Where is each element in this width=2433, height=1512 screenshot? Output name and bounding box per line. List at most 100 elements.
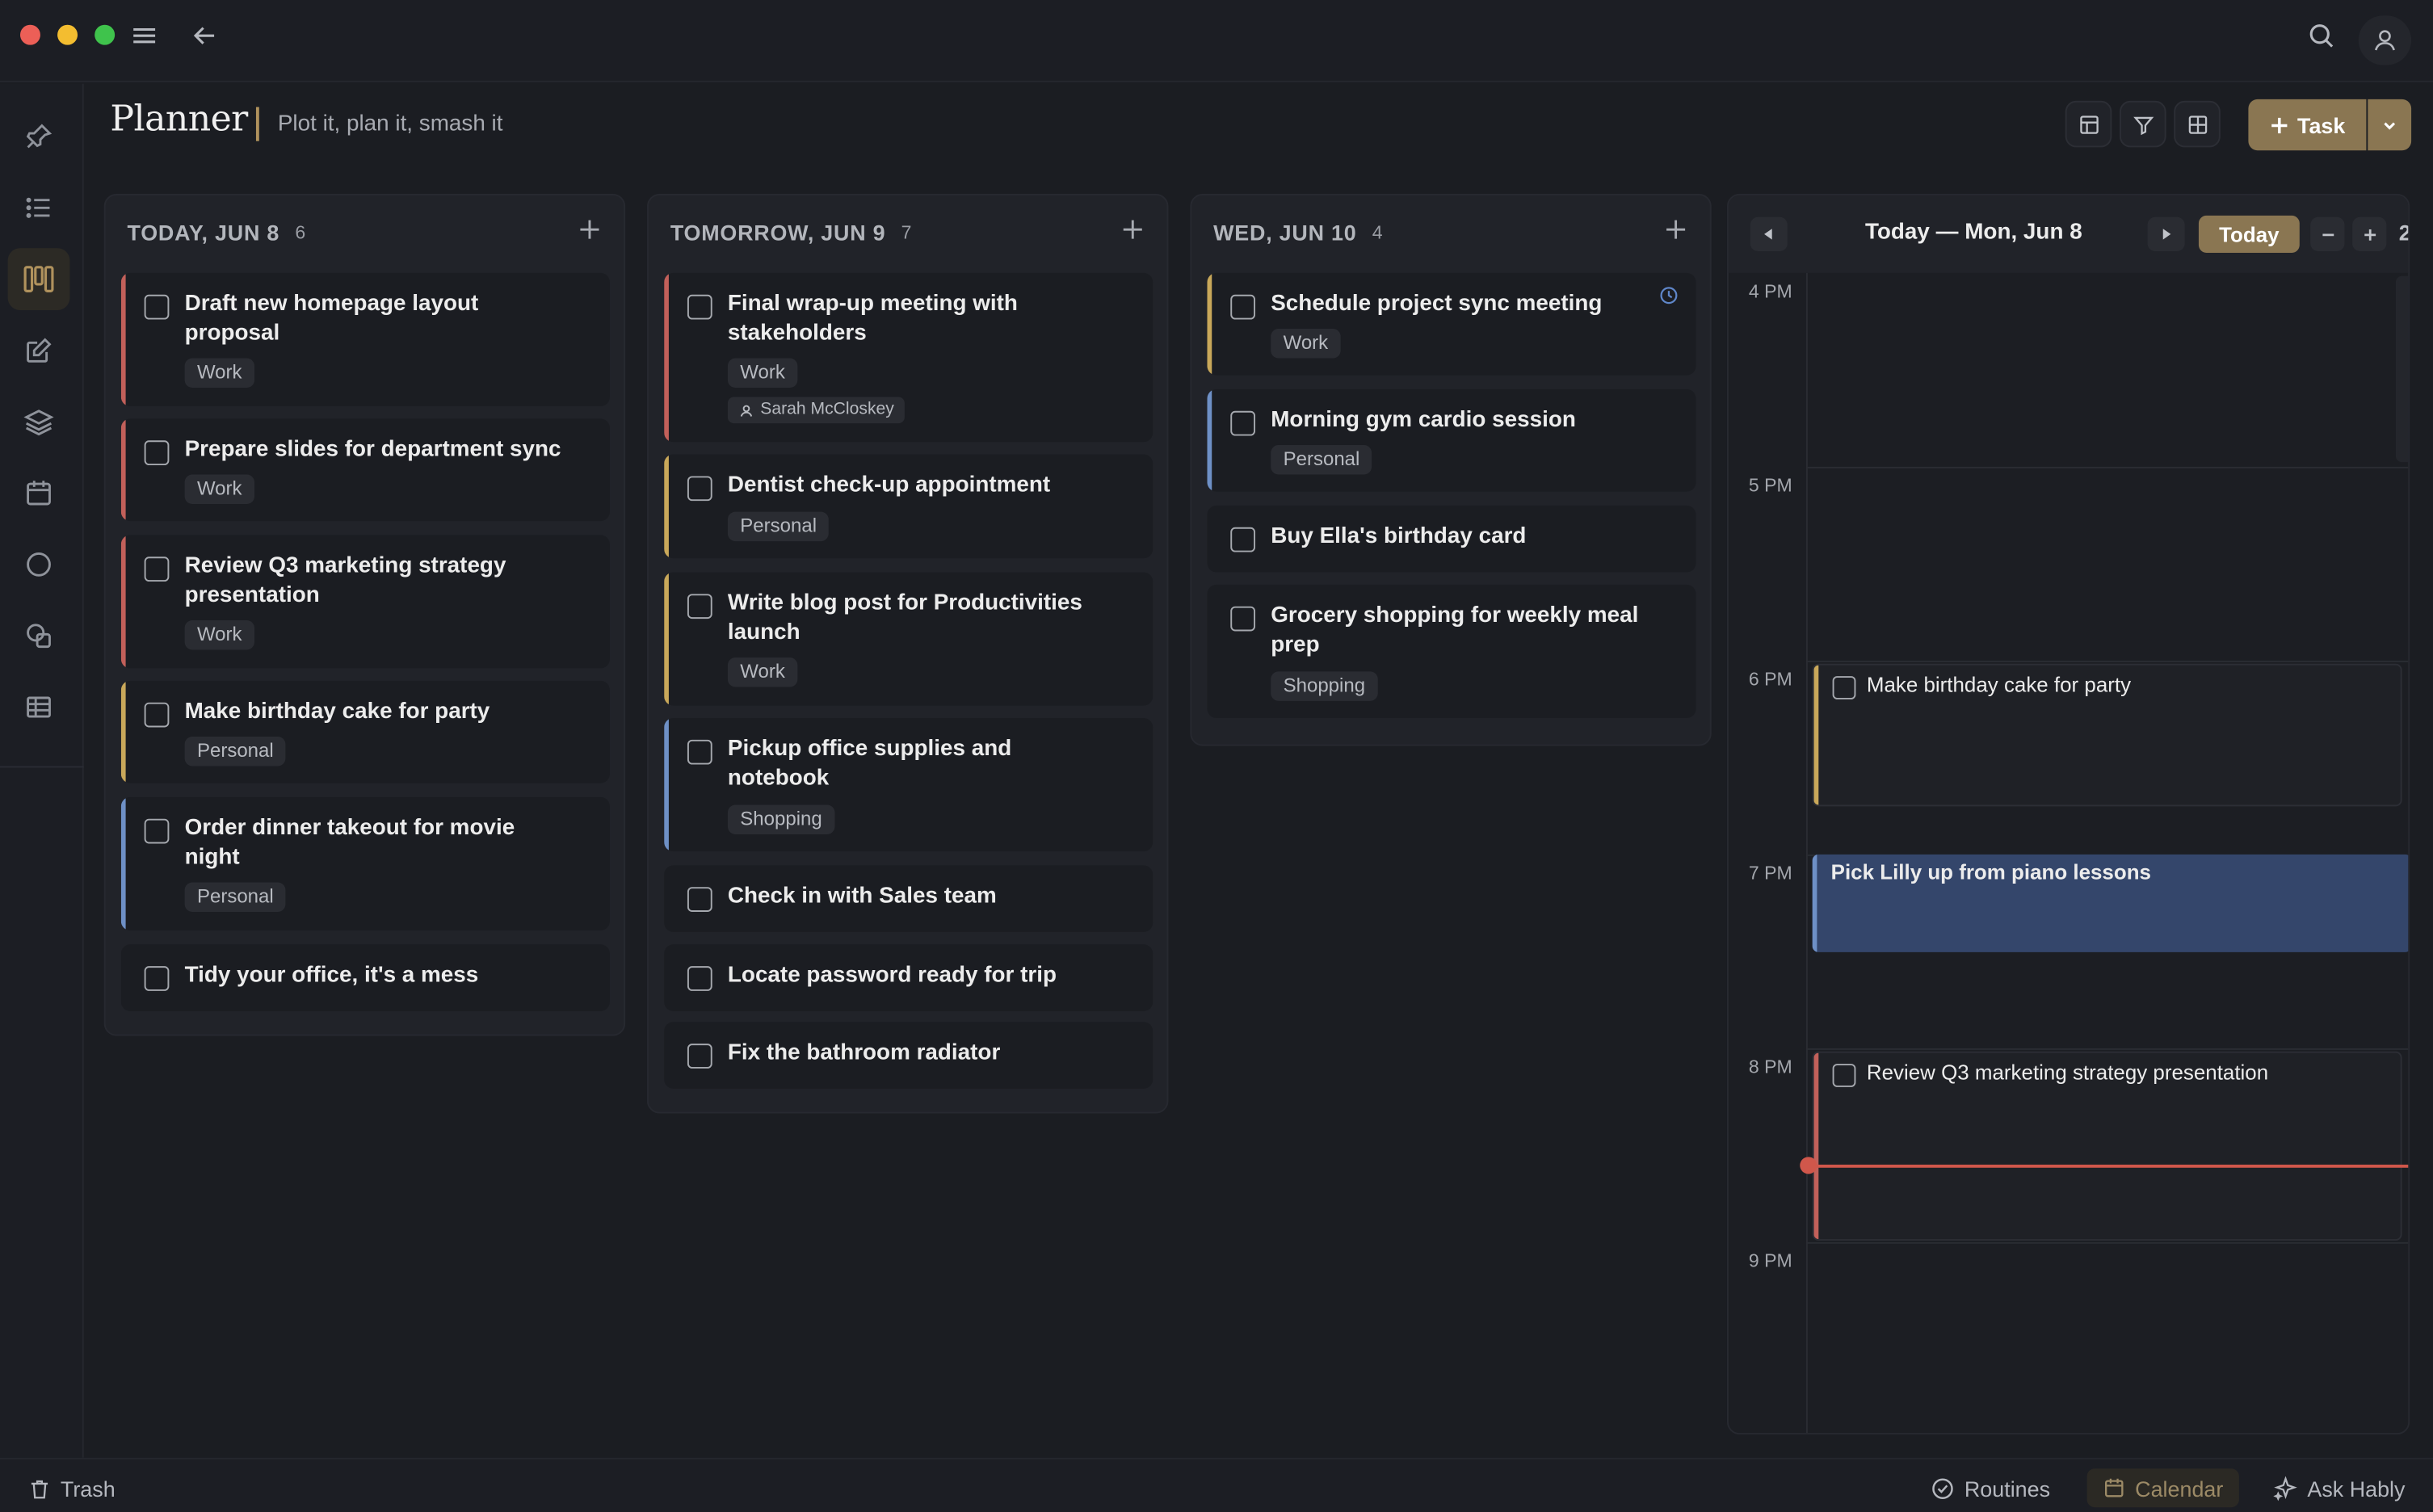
task-card[interactable]: Morning gym cardio session Personal xyxy=(1207,388,1696,492)
page-title: Planner xyxy=(110,99,248,140)
shapes-icon[interactable] xyxy=(8,605,70,667)
zoom-in-button[interactable] xyxy=(2352,216,2387,252)
task-tag: Work xyxy=(184,620,254,650)
pin-icon[interactable] xyxy=(8,106,70,168)
task-checkbox[interactable] xyxy=(687,1044,712,1069)
back-arrow-icon[interactable] xyxy=(189,20,220,51)
title-divider xyxy=(255,107,259,141)
hamburger-menu-icon[interactable] xyxy=(128,20,159,51)
calendar-toggle-button[interactable]: Calendar xyxy=(2086,1468,2239,1508)
list-icon[interactable] xyxy=(8,177,70,239)
next-day-button[interactable] xyxy=(2147,216,2185,252)
hour-label: 5 PM xyxy=(1748,474,1792,497)
calendar-icon[interactable] xyxy=(8,462,70,524)
maximize-window-button[interactable] xyxy=(95,24,116,45)
chevron-down-icon xyxy=(2384,121,2396,129)
card-color-bar xyxy=(1207,272,1212,376)
task-title: Locate password ready for trip xyxy=(727,963,1057,989)
task-card[interactable]: Review Q3 marketing strategy presentatio… xyxy=(120,535,610,669)
table-icon[interactable] xyxy=(8,676,70,738)
task-card[interactable]: Locate password ready for trip xyxy=(664,944,1153,1011)
calendar-event[interactable]: Make birthday cake for party xyxy=(1812,663,2402,807)
circle-icon[interactable] xyxy=(8,533,70,595)
task-checkbox[interactable] xyxy=(144,294,170,320)
task-card[interactable]: Buy Ella's birthday card xyxy=(1207,505,1696,573)
filter-button[interactable] xyxy=(2119,100,2166,148)
task-card[interactable]: Write blog post for Productivities launc… xyxy=(664,572,1153,706)
column-count: 6 xyxy=(295,221,306,244)
task-checkbox[interactable] xyxy=(144,702,170,728)
task-title: Tidy your office, it's a mess xyxy=(184,963,479,989)
today-button[interactable]: Today xyxy=(2198,215,2300,253)
close-window-button[interactable] xyxy=(19,24,40,45)
calendar-event[interactable]: Pick Lilly up from piano lessons xyxy=(1812,854,2409,952)
task-checkbox[interactable] xyxy=(687,887,712,912)
calendar-icon xyxy=(2105,1478,2124,1497)
task-checkbox[interactable] xyxy=(144,440,170,465)
event-color-bar xyxy=(1812,854,1817,952)
task-card[interactable]: Make birthday cake for party Personal xyxy=(120,680,610,783)
task-card[interactable]: Dentist check-up appointment Personal xyxy=(664,454,1153,559)
overflow-event[interactable]: e e f t dul xyxy=(2395,275,2409,463)
calendar-event[interactable]: Review Q3 marketing strategy presentatio… xyxy=(1812,1051,2402,1241)
board-icon[interactable] xyxy=(7,248,70,310)
minimize-window-button[interactable] xyxy=(57,24,78,45)
task-card[interactable]: Pickup office supplies and notebook Shop… xyxy=(664,717,1153,852)
task-checkbox[interactable] xyxy=(144,818,170,844)
grid-view-button[interactable] xyxy=(2174,100,2221,148)
task-card[interactable]: Prepare slides for department sync Work xyxy=(120,418,610,522)
task-checkbox[interactable] xyxy=(687,476,712,502)
column-title: WED, JUN 10 xyxy=(1213,220,1357,246)
trash-button[interactable]: Trash xyxy=(28,1472,116,1506)
add-task-icon[interactable] xyxy=(1120,217,1145,242)
card-color-bar xyxy=(120,535,126,669)
day-column-wed: WED, JUN 10 4 Schedule project sync meet… xyxy=(1190,194,1712,746)
task-card[interactable]: Tidy your office, it's a mess xyxy=(120,944,610,1011)
layers-icon[interactable] xyxy=(8,391,70,453)
previous-day-button[interactable] xyxy=(1750,216,1788,252)
task-checkbox[interactable] xyxy=(1230,527,1256,552)
task-checkbox[interactable] xyxy=(1230,606,1256,632)
task-options-dropdown[interactable] xyxy=(2368,99,2412,151)
task-checkbox[interactable] xyxy=(144,966,170,991)
add-task-button[interactable]: Task xyxy=(2248,99,2367,151)
task-card[interactable]: Schedule project sync meeting Work xyxy=(1207,272,1696,376)
task-checkbox[interactable] xyxy=(687,294,712,320)
task-checkbox[interactable] xyxy=(1230,410,1256,436)
layout-view-button[interactable] xyxy=(2065,100,2112,148)
edit-icon[interactable] xyxy=(8,320,70,382)
task-card[interactable]: Fix the bathroom radiator xyxy=(664,1022,1153,1089)
task-assignee[interactable]: Sarah McCloskey xyxy=(727,397,906,424)
task-card[interactable]: Check in with Sales team xyxy=(664,865,1153,932)
task-card[interactable]: Draft new homepage layout proposal Work xyxy=(120,272,610,407)
event-checkbox[interactable] xyxy=(1832,676,1856,699)
current-time-dot xyxy=(1800,1157,1817,1174)
task-card[interactable]: Order dinner takeout for movie night Per… xyxy=(120,796,610,930)
page-subtitle: Plot it, plan it, smash it xyxy=(277,111,503,136)
event-checkbox[interactable] xyxy=(1832,1064,1856,1087)
card-color-bar xyxy=(120,796,126,930)
add-task-icon[interactable] xyxy=(578,217,603,242)
current-time-line xyxy=(1812,1164,2409,1168)
task-checkbox[interactable] xyxy=(144,556,170,582)
task-title: Write blog post for Productivities launc… xyxy=(727,590,1082,645)
task-tag: Work xyxy=(184,474,254,504)
task-checkbox[interactable] xyxy=(687,739,712,765)
column-title: TOMORROW, JUN 9 xyxy=(670,220,886,246)
task-checkbox[interactable] xyxy=(687,594,712,620)
layout-icon xyxy=(2079,115,2098,133)
task-tag: Personal xyxy=(184,882,287,912)
task-checkbox[interactable] xyxy=(1230,294,1256,320)
task-title: Fix the bathroom radiator xyxy=(727,1040,1001,1066)
search-icon[interactable] xyxy=(2305,20,2336,51)
task-card[interactable]: Grocery shopping for weekly meal prep Sh… xyxy=(1207,584,1696,718)
column-header: WED, JUN 10 4 xyxy=(1213,220,1383,246)
routines-button[interactable]: Routines xyxy=(1931,1472,2050,1506)
task-checkbox[interactable] xyxy=(687,966,712,991)
account-button[interactable] xyxy=(2358,15,2412,65)
column-header: TOMORROW, JUN 9 7 xyxy=(670,220,912,246)
zoom-out-button[interactable] xyxy=(2310,216,2345,252)
ask-hably-button[interactable]: Ask Hably xyxy=(2273,1472,2405,1506)
task-card[interactable]: Final wrap-up meeting with stakeholders … xyxy=(664,272,1153,443)
add-task-icon[interactable] xyxy=(1663,217,1688,242)
